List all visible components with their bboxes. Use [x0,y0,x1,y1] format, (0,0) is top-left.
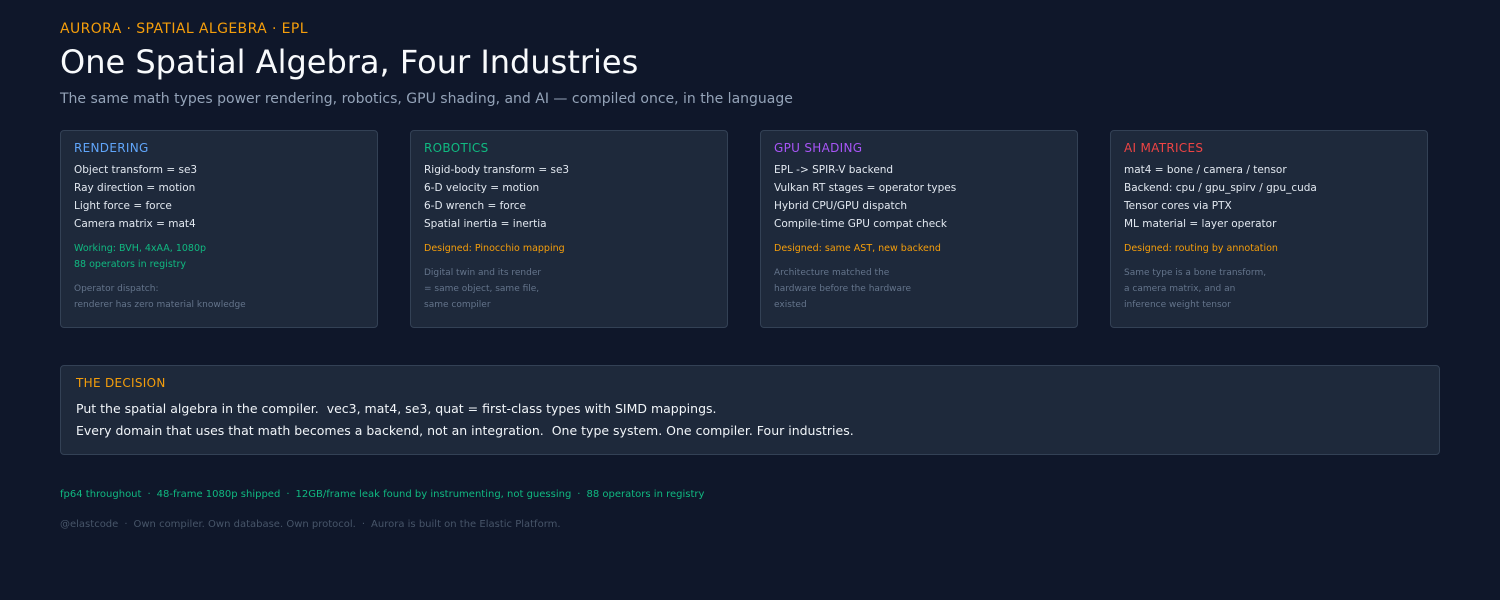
note-line: Same type is a bone transform, [1124,268,1267,278]
note-line: inference weight tensor [1124,300,1231,310]
note-line: hardware before the hardware [774,284,912,294]
eyebrow: AURORA · SPATIAL ALGEBRA · EPL [60,21,308,37]
separator: · [286,489,290,500]
card-line: Object transform = se3 [74,164,198,176]
page-title: One Spatial Algebra, Four Industries [60,43,639,81]
separator: · [361,519,366,530]
card-gpu-shading: GPU SHADING EPL -> SPIR-V backend Vulkan… [760,130,1078,328]
stat-item: 88 operators in registry [586,489,705,500]
footer: @elastcode · Own compiler. Own database. O… [60,519,561,530]
note-line: renderer has zero material knowledge [74,300,246,310]
card-ai-matrices: AI MATRICES mat4 = bone / camera / tenso… [1110,130,1428,328]
stat-item: 12GB/frame leak found by instrumenting, … [295,489,572,500]
card-status: Designed: Pinocchio mapping [424,241,714,257]
separator: · [124,519,128,530]
card-line: 6-D wrench = force [424,200,527,212]
card-title-gpu-shading: GPU SHADING [774,141,863,155]
status-line-working: 88 operators in registry [74,259,187,270]
decision-line: Every domain that uses that math becomes… [76,423,854,438]
note-line: a camera matrix, and an [1124,284,1236,294]
card-note: Operator dispatch: renderer has zero mat… [74,281,364,313]
card-note: Architecture matched the hardware before… [774,265,1064,313]
card-line: Spatial inertia = inertia [424,218,547,230]
card-status: Designed: same AST, new backend [774,241,1064,257]
separator: · [577,489,581,500]
footer-tagline: Own compiler. Own database. Own protocol… [133,519,356,530]
separator: · [147,489,151,500]
card-line: 6-D velocity = motion [424,182,540,194]
card-title-rendering: RENDERING [74,141,149,155]
stat-item: 48-frame 1080p shipped [156,489,281,500]
card-note: Same type is a bone transform, a camera … [1124,265,1414,313]
card-rendering: RENDERING Object transform = se3 Ray dir… [60,130,378,328]
footer-handle: @elastcode [60,519,119,530]
card-title-ai-matrices: AI MATRICES [1124,141,1204,155]
note-line: Architecture matched the [774,268,890,278]
stats-strip: fp64 throughout · 48-frame 1080p shipped · 1… [60,489,704,500]
note-line: existed [774,300,807,310]
card-status: Working: BVH, 4xAA, 1080p 88 operators i… [74,241,364,273]
decision-line: Put the spatial algebra in the compiler.… [76,401,717,416]
card-line: Vulkan RT stages = operator types [774,182,957,194]
status-line-designed: Designed: same AST, new backend [774,243,941,254]
note-line: Digital twin and its render [424,268,542,278]
decision-title: THE DECISION [76,376,166,390]
note-line: = same object, same file, [424,284,540,294]
card-robotics: ROBOTICS Rigid-body transform = se3 6-D … [410,130,728,328]
note-line: Operator dispatch: [74,284,159,294]
card-line: mat4 = bone / camera / tensor [1124,164,1287,176]
card-line: Hybrid CPU/GPU dispatch [774,200,908,212]
card-line: Camera matrix = mat4 [74,218,196,230]
card-line: ML material = layer operator [1124,218,1277,230]
card-line: Ray direction = motion [74,182,196,194]
stat-item: fp64 throughout [60,489,142,500]
status-line-working: Working: BVH, 4xAA, 1080p [74,243,207,254]
card-note: Digital twin and its render = same objec… [424,265,714,313]
card-line: EPL -> SPIR-V backend [774,164,894,176]
card-line: Rigid-body transform = se3 [424,164,570,176]
card-title-robotics: ROBOTICS [424,141,489,155]
footer-platform: Aurora is built on the Elastic Platform. [371,519,561,530]
status-line-designed: Designed: routing by annotation [1124,243,1278,254]
page-subtitle: The same math types power rendering, rob… [60,91,793,107]
status-line-designed: Designed: Pinocchio mapping [424,243,565,254]
card-line: Backend: cpu / gpu_spirv / gpu_cuda [1124,182,1317,194]
card-line: Light force = force [74,200,172,212]
card-line: Tensor cores via PTX [1124,200,1232,212]
card-line: Compile-time GPU compat check [774,218,948,230]
decision-panel: THE DECISION Put the spatial algebra in … [60,365,1440,455]
note-line: same compiler [424,300,491,310]
card-status: Designed: routing by annotation [1124,241,1414,257]
